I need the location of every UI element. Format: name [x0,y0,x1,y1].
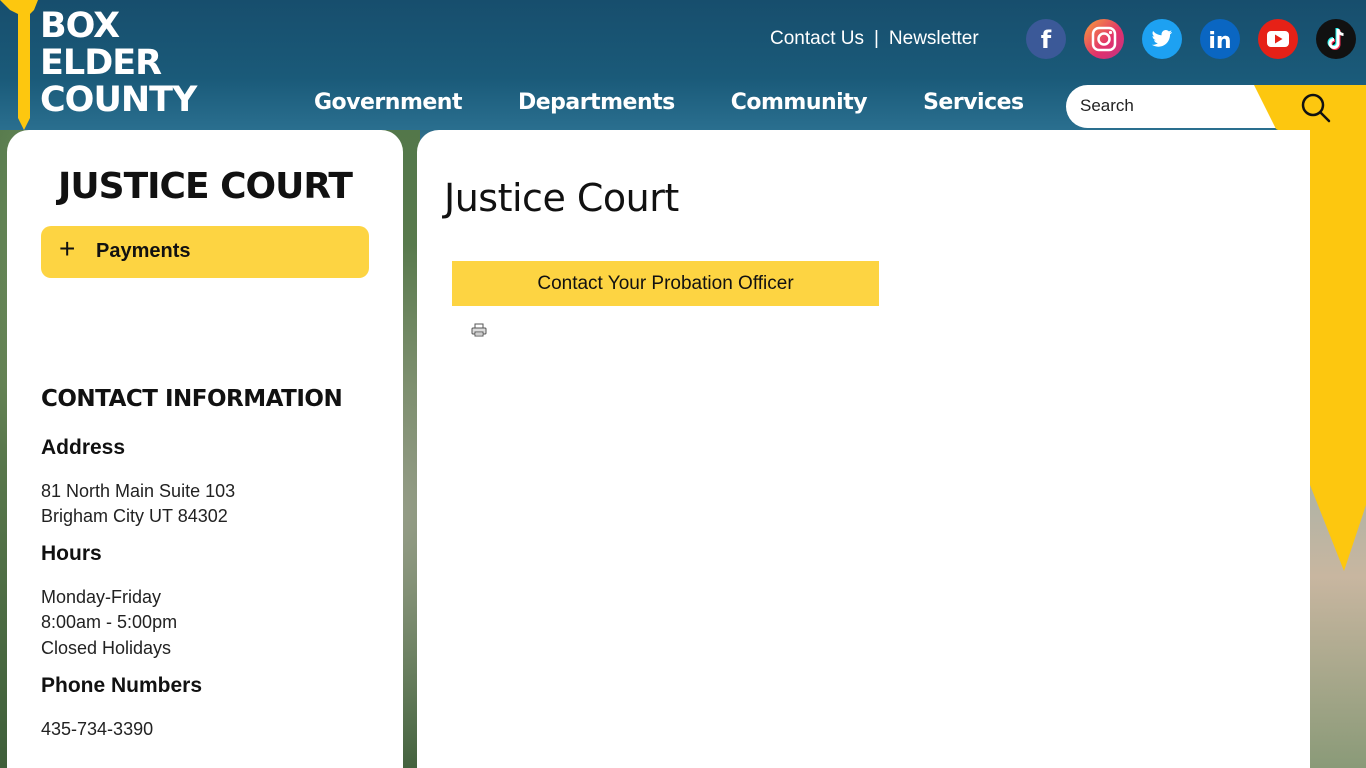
newsletter-link[interactable]: Newsletter [889,28,979,50]
nav-departments[interactable]: Departments [518,90,675,115]
site-logo[interactable]: BOX ELDER COUNTY [40,6,197,120]
nav-government[interactable]: Government [314,90,462,115]
youtube-icon[interactable] [1258,19,1298,59]
facebook-icon[interactable]: f [1026,19,1066,59]
hours-line-3: Closed Holidays [41,638,172,658]
svg-text:f: f [1041,26,1052,54]
nav-community[interactable]: Community [731,90,868,115]
site-header: BOX ELDER COUNTY Contact Us | Newsletter… [0,0,1366,130]
sidebar: JUSTICE COURT + Payments CONTACT INFORMA… [7,130,403,768]
logo-line-elder: ELDER [40,43,162,83]
print-icon[interactable] [471,323,487,337]
social-links: f in [1026,19,1356,59]
hours-line-1: Monday-Friday [41,587,162,607]
logo-stake-icon [0,0,38,130]
hours-line-2: 8:00am - 5:00pm [41,612,178,632]
logo-line-box: BOX [40,6,120,46]
nav-services[interactable]: Services [923,90,1024,115]
linkedin-icon[interactable]: in [1200,19,1240,59]
address-line-1: 81 North Main Suite 103 [41,481,236,501]
instagram-icon[interactable] [1084,19,1124,59]
svg-text:in: in [1208,29,1231,54]
sidebar-title: JUSTICE COURT [58,166,353,207]
contact-information-heading: CONTACT INFORMATION [41,386,343,412]
top-links: Contact Us | Newsletter [770,28,979,50]
contact-probation-officer-button[interactable]: Contact Your Probation Officer [452,261,879,306]
page-title: Justice Court [444,176,679,220]
phone-line-1: 435-734-3390 [41,719,154,739]
contact-us-link[interactable]: Contact Us [770,28,864,50]
main-nav: Government Departments Community Service… [314,90,1024,115]
address-heading: Address [41,436,126,459]
payments-button[interactable]: + Payments [41,226,369,278]
twitter-icon[interactable] [1142,19,1182,59]
main-content: Justice Court Contact Your Probation Off… [417,130,1310,768]
phone-numbers-heading: Phone Numbers [41,674,203,697]
search-icon[interactable] [1300,92,1332,124]
top-links-separator: | [873,28,879,49]
search-input[interactable] [1080,96,1260,116]
payments-label: Payments [96,240,191,262]
tiktok-icon[interactable] [1316,19,1356,59]
logo-line-county: COUNTY [40,80,197,120]
plus-icon: + [59,233,76,264]
address-line-2: Brigham City UT 84302 [41,506,228,526]
hours-heading: Hours [41,542,102,565]
